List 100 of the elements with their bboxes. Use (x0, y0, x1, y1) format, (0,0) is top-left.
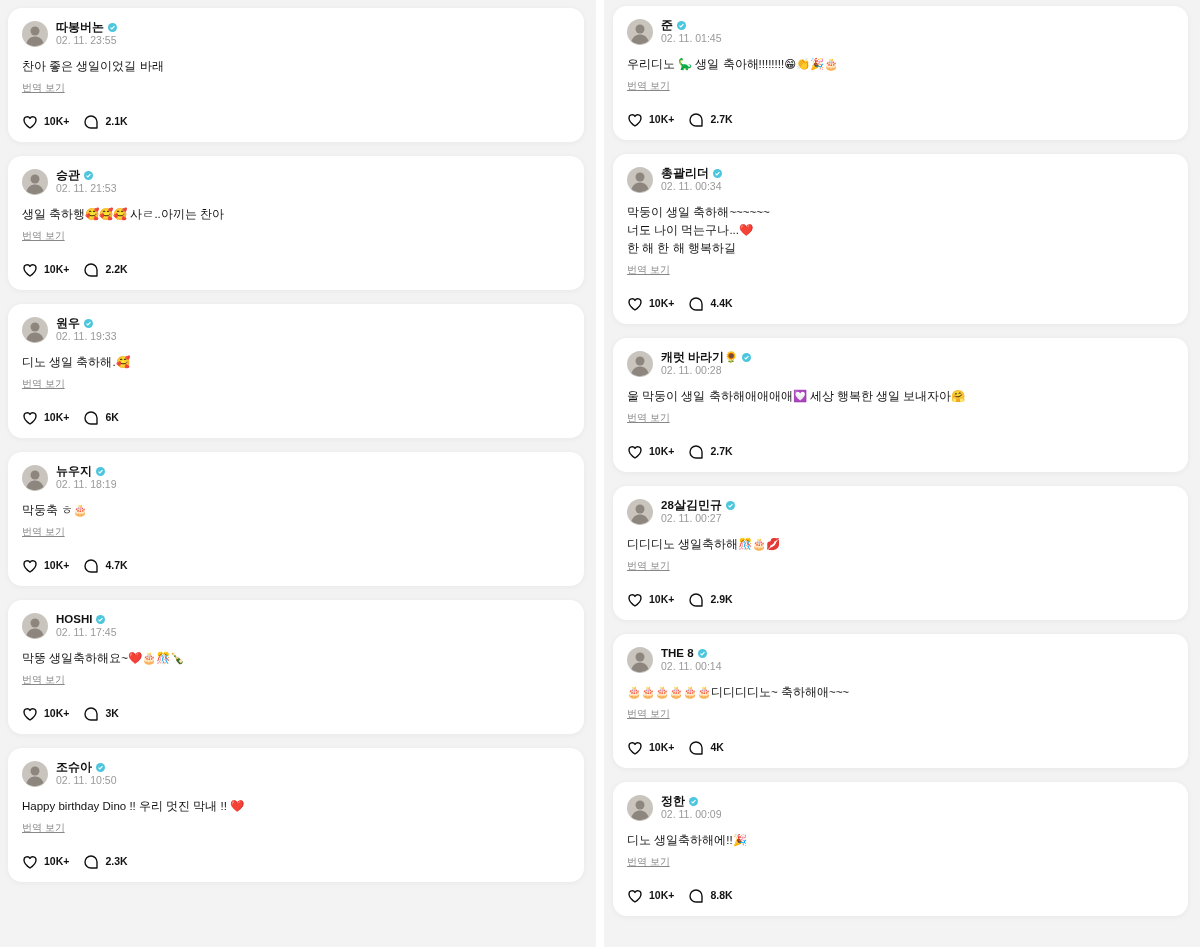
translate-link[interactable]: 번역 보기 (627, 707, 670, 722)
author-name[interactable]: 원우 (56, 316, 80, 330)
like-button[interactable]: 10K+ (22, 558, 70, 574)
comment-button[interactable]: 3K (83, 706, 119, 722)
post-text: 디노 생일 축하해.🥰 (22, 354, 131, 370)
post-text: Happy birthday Dino !! 우리 멋진 막내 !! ❤ (22, 799, 246, 814)
author-name[interactable]: 정한 (661, 794, 685, 808)
author-name[interactable]: 캐럿 바라기🌻 (661, 350, 739, 364)
comment-icon (688, 592, 705, 608)
post-time: 02. 11. 01:45 (661, 32, 722, 45)
post-text: 🎂🎂🎂🎂🎂🎂디디디디노~ 축하해애~~~ (627, 685, 851, 701)
post-time: 02. 11. 21:53 (56, 182, 117, 195)
post-text: 우리디노 🦕 생일 축아해!!!!!!!!😁👏🎉🎂 (627, 57, 840, 73)
avatar-icon (627, 646, 653, 673)
heart-icon (627, 740, 643, 756)
like-button[interactable]: 10K+ (22, 262, 70, 278)
post-text: 막둥축 ㅎ🎂 (22, 503, 89, 519)
translate-link[interactable]: 번역 보기 (627, 411, 670, 426)
like-button[interactable]: 10K+ (627, 444, 675, 460)
heart-icon (22, 558, 38, 574)
comment-button[interactable]: 4.7K (83, 558, 128, 574)
comment-button[interactable]: 2.2K (83, 262, 128, 278)
comment-button[interactable]: 6K (83, 410, 119, 426)
avatar-icon (22, 760, 48, 787)
comment-button[interactable]: 2.3K (83, 854, 128, 870)
author-name[interactable]: 준 (661, 18, 673, 32)
author-name[interactable]: 28살김민규 (661, 498, 722, 512)
avatar-icon (627, 166, 653, 193)
post-time: 02. 11. 17:45 (56, 626, 117, 639)
author-name[interactable]: 조슈아 (56, 760, 92, 774)
author-name[interactable]: THE 8 (661, 646, 694, 660)
author-name[interactable]: 따봉버논 (56, 20, 104, 34)
avatar-icon (22, 20, 48, 47)
post-time: 02. 11. 10:50 (56, 774, 117, 787)
translate-link[interactable]: 번역 보기 (627, 855, 670, 870)
post-time: 02. 11. 00:34 (661, 180, 722, 193)
comment-icon (83, 854, 100, 870)
avatar-icon (627, 498, 653, 525)
comment-button[interactable]: 2.7K (688, 112, 733, 128)
avatar-icon (627, 794, 653, 821)
translate-link[interactable]: 번역 보기 (22, 673, 65, 688)
avatar-icon (627, 18, 653, 45)
like-button[interactable]: 10K+ (627, 296, 675, 312)
post-time: 02. 11. 00:28 (661, 364, 723, 377)
comment-icon (688, 444, 705, 460)
post-time: 02. 11. 19:33 (56, 330, 117, 343)
heart-icon (22, 114, 38, 130)
author-name[interactable]: 총괄리더 (661, 166, 709, 180)
heart-icon (627, 444, 643, 460)
like-button[interactable]: 10K+ (627, 592, 675, 608)
like-button[interactable]: 10K+ (627, 112, 675, 128)
avatar-icon (22, 168, 48, 195)
comment-button[interactable]: 2.9K (688, 592, 733, 608)
post-text: 막뚱 생일축하해요~❤🎂🎊🍾 (22, 650, 185, 667)
post-text: 생일 축하행🥰🥰🥰 사ㄹ..아끼는 찬아 (22, 206, 225, 222)
comment-button[interactable]: 8.8K (688, 888, 733, 904)
comment-icon (83, 114, 100, 130)
like-button[interactable]: 10K+ (627, 740, 675, 756)
comment-button[interactable]: 4.4K (688, 296, 733, 312)
avatar-icon (22, 316, 48, 343)
avatar-icon (22, 464, 48, 491)
comment-button[interactable]: 2.7K (688, 444, 733, 460)
comment-icon (688, 296, 705, 312)
heart-icon (627, 888, 643, 904)
comment-icon (83, 558, 100, 574)
translate-link[interactable]: 번역 보기 (22, 81, 65, 96)
like-button[interactable]: 10K+ (22, 114, 70, 130)
post-text: 막둥이 생일 축하해~~~~~~ 너도 나이 먹는구나...❤ 한 해 한 해 행복하길 (627, 205, 771, 256)
post-text: 디노 생일축하해에!!🎉 (627, 833, 748, 849)
author-name[interactable]: 뉴우지 (56, 464, 92, 478)
avatar-icon (22, 612, 48, 639)
heart-icon (22, 262, 38, 278)
comment-button[interactable]: 2.1K (83, 114, 128, 130)
translate-link[interactable]: 번역 보기 (22, 821, 65, 836)
post-time: 02. 11. 00:27 (661, 512, 723, 525)
translate-link[interactable]: 번역 보기 (22, 229, 65, 244)
translate-link[interactable]: 번역 보기 (627, 559, 670, 574)
comment-button[interactable]: 4K (688, 740, 724, 756)
translate-link[interactable]: 번역 보기 (22, 377, 65, 392)
post-time: 02. 11. 18:19 (56, 478, 117, 491)
post-text: 찬아 좋은 생일이었길 바래 (22, 59, 165, 74)
author-name[interactable]: 승관 (56, 168, 80, 182)
author-name[interactable]: HOSHI (56, 612, 93, 626)
like-button[interactable]: 10K+ (22, 854, 70, 870)
comment-icon (83, 706, 100, 722)
comment-icon (83, 410, 100, 426)
translate-link[interactable]: 번역 보기 (627, 79, 670, 94)
like-button[interactable]: 10K+ (22, 706, 70, 722)
heart-icon (627, 112, 643, 128)
like-button[interactable]: 10K+ (627, 888, 675, 904)
heart-icon (22, 410, 38, 426)
translate-link[interactable]: 번역 보기 (22, 525, 65, 540)
avatar-icon (627, 350, 653, 377)
comment-icon (688, 740, 705, 756)
comment-icon (688, 112, 705, 128)
post-text: 디디디노 생일축하해🎊🎂💋 (627, 536, 782, 553)
heart-icon (627, 592, 643, 608)
heart-icon (627, 296, 643, 312)
translate-link[interactable]: 번역 보기 (627, 263, 670, 278)
like-button[interactable]: 10K+ (22, 410, 70, 426)
